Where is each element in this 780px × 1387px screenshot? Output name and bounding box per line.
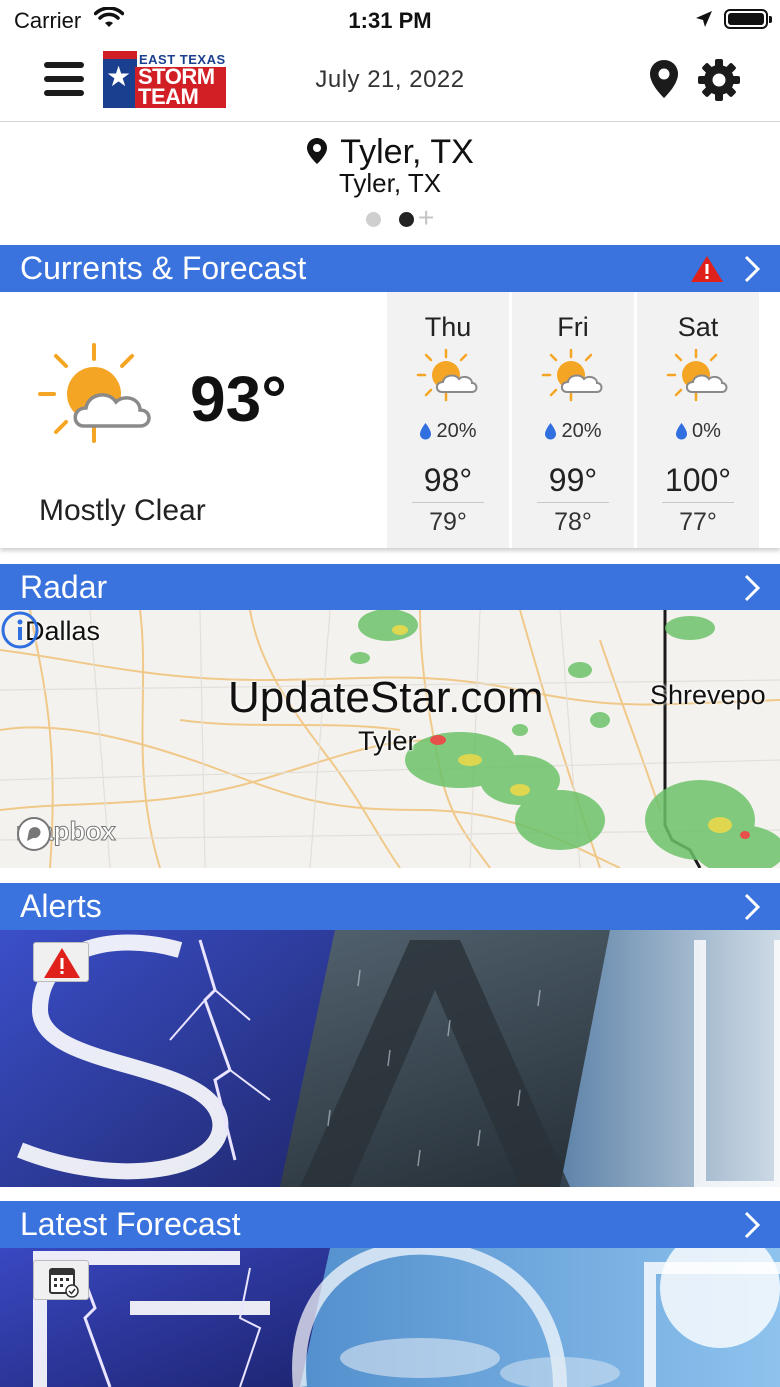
low-temp: 79°: [429, 508, 467, 536]
forecast-day[interactable]: Fri 20% 99° 78°: [512, 292, 634, 548]
current-temperature: 93°: [190, 363, 287, 435]
location-title: Tyler, TX: [0, 133, 780, 172]
info-icon[interactable]: [0, 610, 40, 650]
low-temp: 77°: [679, 508, 717, 536]
mapbox-logo: mapbox: [16, 816, 116, 851]
clock: 1:31 PM: [348, 8, 432, 33]
radar-header[interactable]: Radar: [0, 564, 780, 611]
latest-forecast-banner-graphic: [0, 1248, 780, 1387]
rain-chance: 20%: [387, 420, 509, 443]
partly-cloudy-icon: [38, 343, 151, 443]
partly-cloudy-icon: [541, 348, 603, 402]
forecast-badge: [33, 1260, 89, 1300]
latest-forecast-banner-image[interactable]: [0, 1248, 780, 1387]
currents-forecast-header[interactable]: Currents & Forecast: [0, 245, 780, 292]
partly-cloudy-icon: [416, 348, 478, 402]
alerts-header[interactable]: Alerts: [0, 883, 780, 930]
chevron-right-icon[interactable]: [744, 574, 760, 602]
map-city-shreveport: Shrevepo: [650, 680, 766, 710]
latest-forecast-header[interactable]: Latest Forecast: [0, 1201, 780, 1248]
day-name: Sat: [677, 312, 719, 342]
battery-icon: [724, 9, 772, 29]
alert-warning-icon: [44, 948, 80, 978]
settings-gear-icon[interactable]: [697, 58, 741, 102]
forecast-day[interactable]: Thu 20% 98° 79°: [387, 292, 509, 548]
low-temp: 78°: [554, 508, 592, 536]
alerts-banner-graphic: [0, 930, 780, 1187]
map-city-tyler: Tyler: [358, 726, 417, 756]
page-dot-active[interactable]: [399, 212, 414, 227]
radar-map[interactable]: Dallas Tyler Shrevepo UpdateStar.com map…: [0, 610, 780, 868]
section-title: Currents & Forecast: [20, 250, 307, 286]
raindrop-icon: [545, 423, 557, 440]
raindrop-icon: [676, 423, 688, 440]
rain-chance: 20%: [512, 420, 634, 443]
chevron-right-icon[interactable]: [744, 1211, 760, 1239]
day-name: Fri: [557, 312, 589, 342]
status-bar: Carrier 1:31 PM: [0, 0, 780, 40]
chevron-right-icon[interactable]: [744, 255, 760, 283]
mapbox-icon: [17, 817, 51, 851]
location-pin-icon[interactable]: [648, 58, 680, 100]
location-pager[interactable]: Tyler, TX Tyler, TX +: [0, 122, 780, 246]
currents-panel[interactable]: 93° Mostly Clear Thu 20% 98° 79° Fri 20%…: [0, 292, 780, 548]
add-location-icon[interactable]: +: [418, 202, 434, 234]
alert-warning-icon[interactable]: [690, 255, 724, 283]
high-temp: 99°: [548, 462, 598, 498]
high-temp: 100°: [664, 462, 732, 498]
location-services-icon: [696, 11, 712, 27]
calendar-check-icon: [49, 1268, 79, 1298]
section-title: Latest Forecast: [20, 1206, 241, 1242]
rain-chance: 0%: [637, 420, 759, 443]
day-name: Thu: [424, 312, 472, 342]
page-dot[interactable]: [366, 212, 381, 227]
forecast-day[interactable]: Sat 0% 100° 77°: [637, 292, 759, 548]
partly-cloudy-icon: [666, 348, 728, 402]
chevron-right-icon[interactable]: [744, 893, 760, 921]
alert-badge: [33, 942, 89, 982]
current-condition: Mostly Clear: [39, 494, 206, 527]
section-title: Radar: [20, 569, 108, 605]
section-title: Alerts: [20, 888, 102, 924]
location-subtitle: Tyler, TX: [338, 168, 442, 198]
location-pin-small-icon: [307, 138, 328, 164]
raindrop-icon: [420, 423, 432, 440]
alerts-banner-image[interactable]: [0, 930, 780, 1187]
watermark-text: UpdateStar.com: [228, 673, 544, 722]
high-temp: 98°: [423, 462, 473, 498]
app-header: ★ EAST TEXAS STORM TEAM July 21, 2022: [0, 40, 780, 122]
